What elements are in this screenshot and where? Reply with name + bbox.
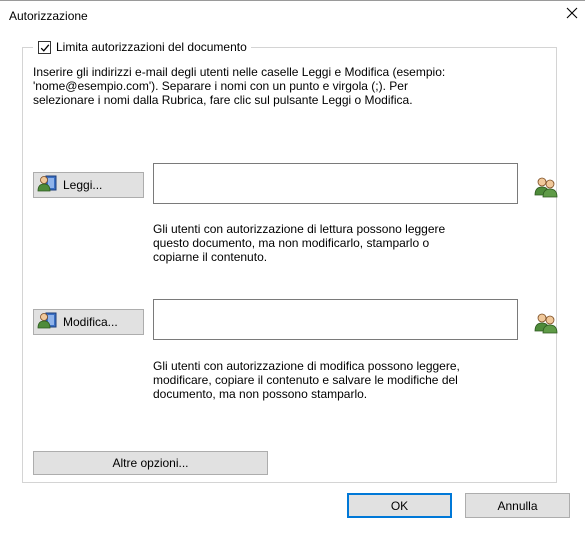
modify-button[interactable]: Modifica... xyxy=(33,309,144,335)
dialog-title: Autorizzazione xyxy=(9,9,88,23)
more-options-button[interactable]: Altre opzioni... xyxy=(33,451,268,475)
modify-users-input[interactable] xyxy=(153,299,518,340)
restrict-permissions-option[interactable]: Limita autorizzazioni del documento xyxy=(33,39,251,55)
check-names-icon[interactable] xyxy=(533,311,559,335)
modify-button-label: Modifica... xyxy=(63,315,118,329)
window-top-border xyxy=(0,0,585,1)
address-book-icon xyxy=(37,174,59,197)
permission-dialog: Autorizzazione Limita autorizzazioni del… xyxy=(0,0,585,535)
read-button[interactable]: Leggi... xyxy=(33,172,144,198)
check-names-icon[interactable] xyxy=(533,175,559,199)
read-button-label: Leggi... xyxy=(63,178,103,192)
permissions-group xyxy=(22,47,557,483)
instructions-text: Inserire gli indirizzi e-mail degli uten… xyxy=(33,65,446,107)
read-permission-description: Gli utenti con autorizzazione di lettura… xyxy=(153,222,446,264)
cancel-button[interactable]: Annulla xyxy=(465,493,570,518)
close-icon[interactable] xyxy=(564,5,580,21)
read-users-input[interactable] xyxy=(153,163,518,204)
address-book-icon xyxy=(37,311,59,334)
restrict-permissions-checkbox[interactable] xyxy=(38,40,51,54)
ok-button[interactable]: OK xyxy=(347,493,452,518)
restrict-permissions-label: Limita autorizzazioni del documento xyxy=(56,40,247,54)
modify-permission-description: Gli utenti con autorizzazione di modific… xyxy=(153,359,460,401)
